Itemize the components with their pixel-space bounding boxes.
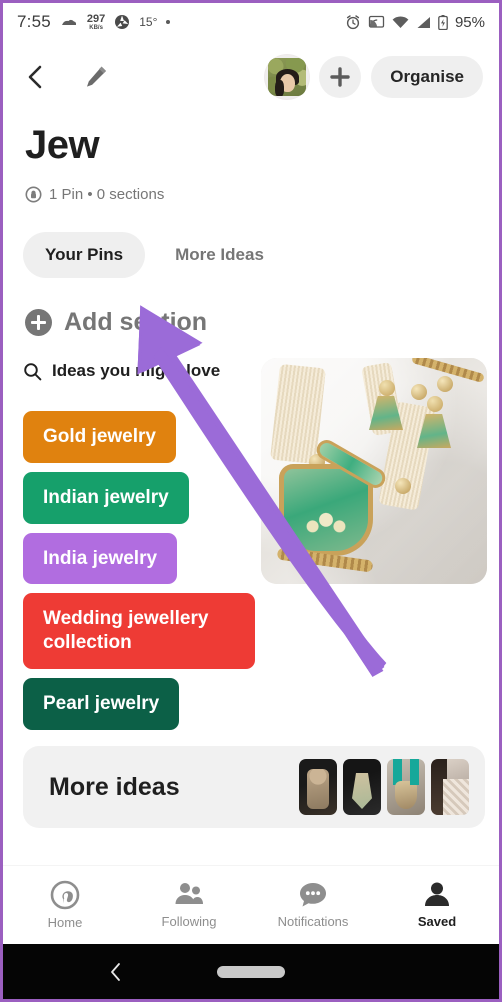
avatar[interactable] <box>265 55 310 99</box>
wifi-icon <box>392 16 409 29</box>
nav-item-following[interactable]: Following <box>134 881 244 929</box>
network-speed: 297 KB/s <box>86 12 106 31</box>
thumbnail-jewellery-2[interactable] <box>343 759 381 815</box>
status-dot-icon <box>166 20 171 24</box>
pinterest-icon <box>50 880 80 910</box>
network-speed-unit: KB/s <box>89 24 103 31</box>
plus-circle-icon <box>25 309 52 336</box>
ideas-heading-label: Ideas you might love <box>52 361 221 380</box>
board-tabs: Your Pins More Ideas <box>23 232 286 278</box>
tab-your-pins[interactable]: Your Pins <box>23 232 146 278</box>
page-title: Jew <box>25 123 100 167</box>
add-section-button[interactable]: Add section <box>25 308 207 337</box>
nav-item-notifications[interactable]: Notifications <box>258 881 368 929</box>
android-back-icon[interactable] <box>107 961 125 983</box>
chip-wedding-jewellery-collection[interactable]: Wedding jewellery collection <box>23 593 255 669</box>
temperature-value: 15° <box>139 15 158 29</box>
status-bar: 7:55 297 KB/s 15° 95% <box>3 3 499 41</box>
add-pin-button[interactable] <box>319 56 362 98</box>
organise-button[interactable]: Organise <box>371 56 483 98</box>
app-bar: Organise <box>3 43 499 111</box>
android-navigation-bar <box>3 944 499 999</box>
avatar-image <box>268 58 307 96</box>
thumbnail-jewellery-1[interactable] <box>299 759 337 815</box>
nav-label-following: Following <box>161 914 217 929</box>
ideas-heading-row: Ideas you might love <box>23 361 220 381</box>
lock-icon <box>25 186 42 203</box>
more-ideas-thumbnails <box>299 759 469 815</box>
idea-chip-list: Gold jewelry Indian jewelry India jewelr… <box>23 411 255 730</box>
chip-gold-jewelry[interactable]: Gold jewelry <box>23 411 176 463</box>
more-ideas-card[interactable]: More ideas <box>23 746 485 828</box>
search-icon <box>23 362 42 381</box>
more-ideas-label: More ideas <box>49 772 180 801</box>
nav-label-saved: Saved <box>417 914 457 929</box>
status-bar-right: 95% <box>345 14 485 31</box>
person-icon <box>422 881 452 909</box>
thumbnail-jewellery-4[interactable] <box>431 759 469 815</box>
nav-label-home: Home <box>47 915 83 930</box>
status-time: 7:55 <box>17 12 51 31</box>
phone-screen: 7:55 297 KB/s 15° 95% Organise Jew 1 Pin… <box>0 0 502 1002</box>
edit-board-button[interactable] <box>79 60 113 94</box>
battery-percentage: 95% <box>454 13 485 31</box>
plus-icon <box>329 66 351 88</box>
add-section-label: Add section <box>64 308 208 336</box>
cast-icon <box>368 15 385 29</box>
aperture-icon <box>114 14 130 30</box>
board-stats: 1 Pin • 0 sections <box>49 186 165 203</box>
nav-item-saved[interactable]: Saved <box>382 881 492 929</box>
chevron-left-icon <box>25 64 47 90</box>
nav-item-home[interactable]: Home <box>10 880 120 930</box>
chip-indian-jewelry[interactable]: Indian jewelry <box>23 471 189 524</box>
battery-charging-icon <box>438 14 448 30</box>
pencil-icon <box>83 64 109 90</box>
back-button[interactable] <box>19 60 53 94</box>
nav-label-notifications: Notifications <box>277 914 349 929</box>
chip-india-jewelry[interactable]: India jewelry <box>23 532 178 585</box>
android-home-pill[interactable] <box>217 965 285 978</box>
app-bar-right: Organise <box>265 55 483 99</box>
chat-bubble-icon <box>298 881 328 909</box>
thumbnail-jewellery-3[interactable] <box>387 759 425 815</box>
network-speed-value: 297 <box>86 12 106 25</box>
status-bar-left: 7:55 297 KB/s 15° <box>17 12 345 32</box>
cloud-icon <box>60 16 78 28</box>
board-meta: 1 Pin • 0 sections <box>25 186 164 203</box>
tab-more-ideas[interactable]: More Ideas <box>153 232 286 278</box>
people-icon <box>173 881 205 909</box>
bottom-navigation: Home Following Notifications Saved <box>3 865 499 944</box>
cell-signal-icon <box>416 16 431 29</box>
alarm-clock-icon <box>345 14 361 30</box>
chip-pearl-jewelry[interactable]: Pearl jewelry <box>23 677 180 730</box>
app-bar-left <box>19 60 265 94</box>
pin-thumbnail[interactable] <box>261 358 487 584</box>
